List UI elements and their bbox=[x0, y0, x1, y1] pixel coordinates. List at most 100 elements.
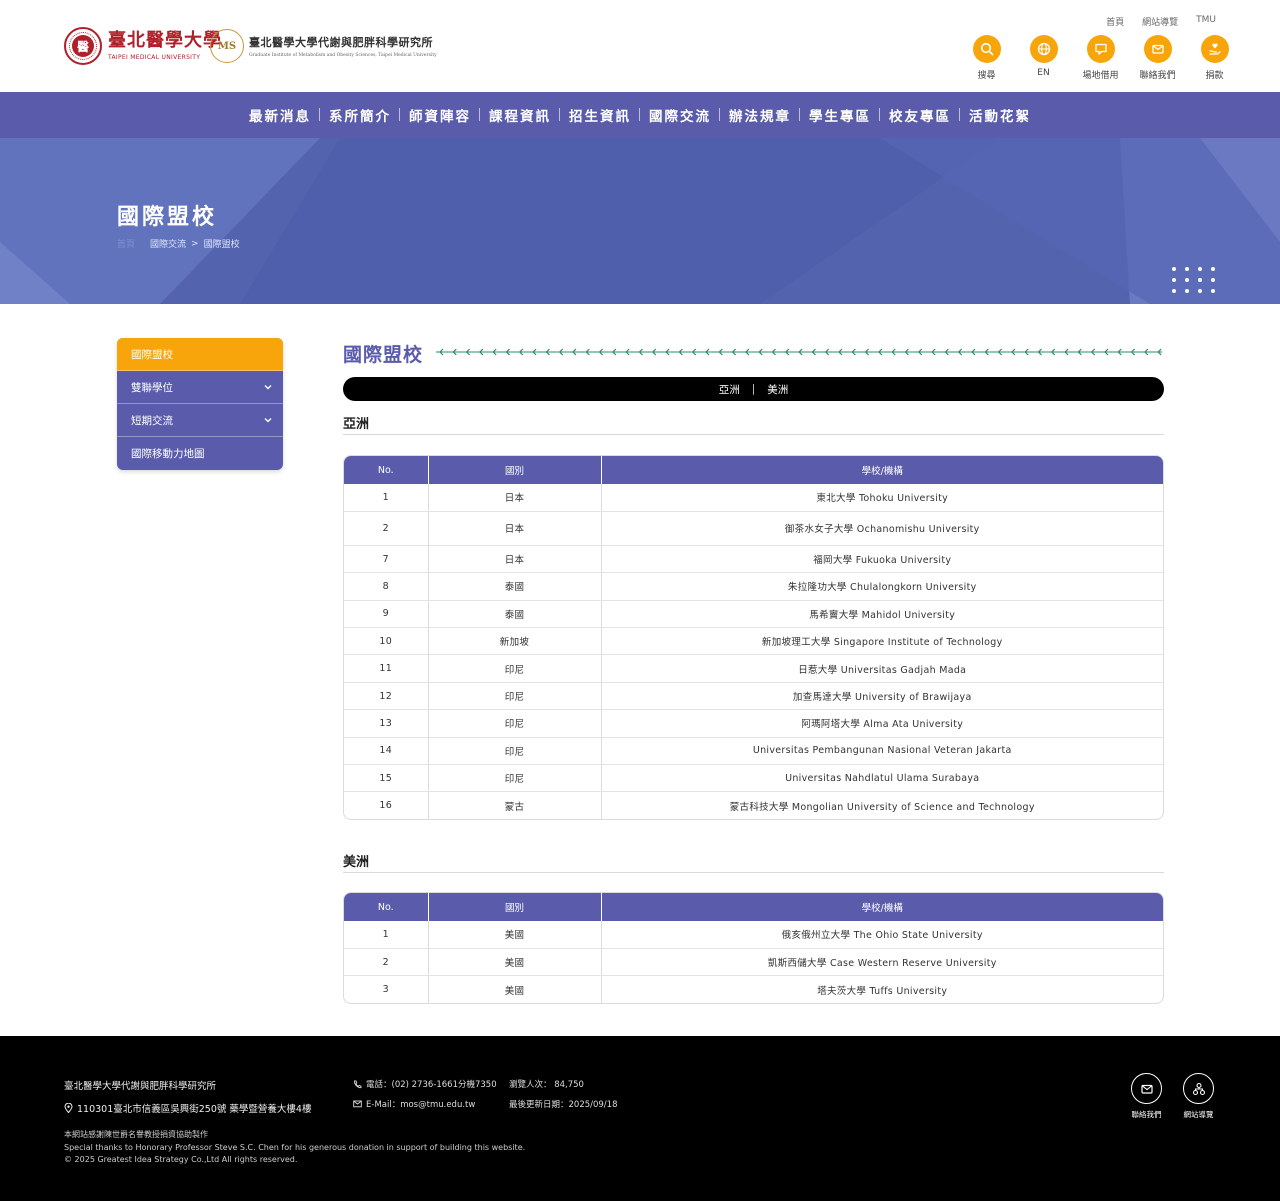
cell-number: 2 bbox=[344, 948, 429, 977]
column-header-no: No. bbox=[344, 456, 429, 484]
cell-number: 16 bbox=[344, 791, 429, 820]
sidebar-item-short-exchange[interactable]: 短期交流 bbox=[117, 404, 283, 437]
table-row: 15 印尼 Universitas Nahdlatul Ulama Surabaya bbox=[344, 764, 1163, 793]
tmu-logo-english: TAIPEI MEDICAL UNIVERSITY bbox=[108, 54, 201, 61]
contact-button[interactable]: 聯絡我們 bbox=[1129, 35, 1186, 81]
table-row: 7 日本 福岡大學 Fukuoka University bbox=[344, 545, 1163, 574]
footer-thanks-cn: 本網站感謝陳世爵名譽教授捐資協助製作 bbox=[64, 1130, 208, 1139]
nav-gallery[interactable]: 活動花絮 bbox=[959, 105, 1040, 125]
breadcrumb-current: 國際盟校 bbox=[203, 240, 240, 250]
nav-news[interactable]: 最新消息 bbox=[240, 105, 320, 125]
chevron-down-icon bbox=[264, 418, 272, 423]
language-button[interactable]: EN bbox=[1015, 35, 1072, 81]
footer-address: 110301臺北市信義區吳興街250號 藥學暨營養大樓4樓 bbox=[64, 1101, 311, 1115]
column-header-no: No. bbox=[344, 893, 429, 921]
cell-country: 日本 bbox=[428, 511, 602, 546]
mail-icon bbox=[353, 1100, 362, 1108]
tmu-logo[interactable]: 醫 臺北醫學大學 TAIPEI MEDICAL UNIVERSITY bbox=[64, 27, 222, 65]
section-divider bbox=[343, 434, 1164, 435]
cell-number: 7 bbox=[344, 545, 429, 574]
tmu-logo-name: 臺北醫學大學 bbox=[108, 30, 222, 51]
cell-school: 馬希竇大學 Mahidol University bbox=[601, 600, 1163, 629]
column-header-country: 國別 bbox=[428, 893, 602, 921]
tab-americas[interactable]: 美洲 bbox=[767, 382, 788, 397]
breadcrumb-home[interactable]: 首頁 bbox=[117, 237, 135, 250]
site-header: 醫 臺北醫學大學 TAIPEI MEDICAL UNIVERSITY MS 臺北… bbox=[0, 0, 1280, 92]
sidebar-item-mobility-map[interactable]: 國際移動力地圖 bbox=[117, 437, 283, 470]
top-link-home[interactable]: 首頁 bbox=[1106, 15, 1124, 28]
cell-country: 美國 bbox=[428, 975, 602, 1004]
cell-number: 8 bbox=[344, 572, 429, 601]
institute-logo[interactable]: MS 臺北醫學大學代謝與肥胖科學研究所 Graduate Institute o… bbox=[210, 29, 437, 63]
nav-admissions[interactable]: 招生資訊 bbox=[559, 105, 640, 125]
table-row: 16 蒙古 蒙古科技大學 Mongolian University of Scien… bbox=[344, 791, 1163, 820]
tab-asia[interactable]: 亞洲 bbox=[719, 382, 740, 397]
cell-country: 蒙古 bbox=[428, 791, 602, 820]
breadcrumb-separator: > bbox=[191, 238, 199, 249]
cell-school: 日惹大學 Universitas Gadjah Mada bbox=[601, 654, 1163, 683]
sidebar-item-dual-degree[interactable]: 雙聯學位 bbox=[117, 371, 283, 404]
nav-regulations[interactable]: 辦法規章 bbox=[719, 105, 800, 125]
footer-copyright: © 2025 Greatest Idea Strategy Co.,Ltd Al… bbox=[64, 1155, 298, 1164]
cell-country: 印尼 bbox=[428, 709, 602, 738]
table-row: 8 泰國 朱拉隆功大學 Chulalongkorn University bbox=[344, 572, 1163, 601]
cell-country: 印尼 bbox=[428, 764, 602, 793]
nav-courses[interactable]: 課程資訊 bbox=[479, 105, 560, 125]
section-heading-asia: 亞洲 bbox=[343, 417, 370, 432]
cell-school: 蒙古科技大學 Mongolian University of Science a… bbox=[729, 801, 1035, 813]
cell-school: 朱拉隆功大學 Chulalongkorn University bbox=[601, 572, 1163, 601]
table-row: 1 美國 俄亥俄州立大學 The Ohio State University bbox=[344, 921, 1163, 949]
table-row: 12 印尼 加查馬達大學 University of Brawijaya bbox=[344, 682, 1163, 711]
donate-button[interactable]: 捐款 bbox=[1186, 35, 1243, 81]
footer-thanks-en: Special thanks to Honorary Professor Ste… bbox=[64, 1142, 526, 1152]
institute-badge-icon: MS bbox=[210, 29, 244, 63]
column-header-country: 國別 bbox=[428, 456, 602, 484]
cell-number: 9 bbox=[344, 600, 429, 629]
nav-students[interactable]: 學生專區 bbox=[799, 105, 880, 125]
search-icon bbox=[972, 35, 1001, 63]
cell-country: 新加坡 bbox=[428, 627, 602, 656]
footer-credits: 本網站感謝陳世爵名譽教授捐資協助製作 Special thanks to Hon… bbox=[64, 1129, 525, 1167]
top-links: 首頁 網站導覽 TMU bbox=[1106, 15, 1216, 28]
sidebar-item-partner-schools[interactable]: 國際盟校 bbox=[117, 338, 283, 371]
venue-rental-button[interactable]: 場地借用 bbox=[1072, 35, 1129, 81]
cell-school: Universitas Nahdlatul Ulama Surabaya bbox=[601, 764, 1163, 793]
table-row: 3 美國 塔夫茨大學 Tuffs University bbox=[344, 975, 1163, 1004]
sitemap-icon bbox=[1183, 1073, 1214, 1104]
section-heading-americas: 美洲 bbox=[343, 855, 370, 870]
cell-country: 美國 bbox=[428, 921, 602, 949]
table-row: 9 泰國 馬希竇大學 Mahidol University bbox=[344, 600, 1163, 629]
footer-sitemap-button[interactable]: 網站導覽 bbox=[1182, 1073, 1215, 1120]
cell-number: 2 bbox=[344, 511, 429, 546]
cell-school: 御茶水女子大學 Ochanomishu University bbox=[601, 511, 1163, 546]
cell-country: 印尼 bbox=[428, 737, 602, 766]
cell-country: 美國 bbox=[428, 948, 602, 977]
top-link-sitemap[interactable]: 網站導覽 bbox=[1142, 15, 1178, 28]
cell-country: 日本 bbox=[428, 545, 602, 574]
cell-school: 新加坡理工大學 Singapore Institute of Technolog… bbox=[601, 627, 1163, 656]
footer-phone: 電話：(02) 2736-1661分機7350 bbox=[353, 1078, 497, 1090]
header-tools: 搜尋 EN 場地借用 聯絡我們 捐款 bbox=[958, 35, 1243, 81]
nav-international[interactable]: 國際交流 bbox=[639, 105, 720, 125]
cell-country: 印尼 bbox=[428, 654, 602, 683]
sidebar-item-label: 雙聯學位 bbox=[131, 381, 173, 394]
cell-school: 阿瑪阿塔大學 Alma Ata University bbox=[601, 709, 1163, 738]
table-row: 14 印尼 Universitas Pembangunan Nasional Vet… bbox=[344, 737, 1163, 766]
mail-icon bbox=[1143, 35, 1172, 63]
phone-icon bbox=[354, 1080, 362, 1088]
search-button[interactable]: 搜尋 bbox=[958, 35, 1015, 81]
mail-icon bbox=[1131, 1073, 1162, 1104]
cell-number: 1 bbox=[344, 921, 429, 949]
footer-contact-button[interactable]: 聯絡我們 bbox=[1130, 1073, 1163, 1120]
table-row: 11 印尼 日惹大學 Universitas Gadjah Mada bbox=[344, 654, 1163, 683]
top-link-tmu[interactable]: TMU bbox=[1196, 15, 1216, 28]
cell-school: 加查馬達大學 University of Brawijaya bbox=[601, 682, 1163, 711]
breadcrumb-international[interactable]: 國際交流 bbox=[150, 237, 186, 250]
nav-faculty[interactable]: 師資陣容 bbox=[399, 105, 480, 125]
nav-about[interactable]: 系所簡介 bbox=[319, 105, 400, 125]
footer-last-updated: 最後更新日期：2025/09/18 bbox=[509, 1100, 618, 1110]
nav-alumni[interactable]: 校友專區 bbox=[879, 105, 960, 125]
footer-institute-name: 臺北醫學大學代謝與肥胖科學研究所 bbox=[64, 1081, 217, 1092]
table-row: 2 美國 凱斯西儲大學 Case Western Reserve Universit… bbox=[344, 948, 1163, 977]
dots-decoration-icon bbox=[1172, 267, 1215, 293]
